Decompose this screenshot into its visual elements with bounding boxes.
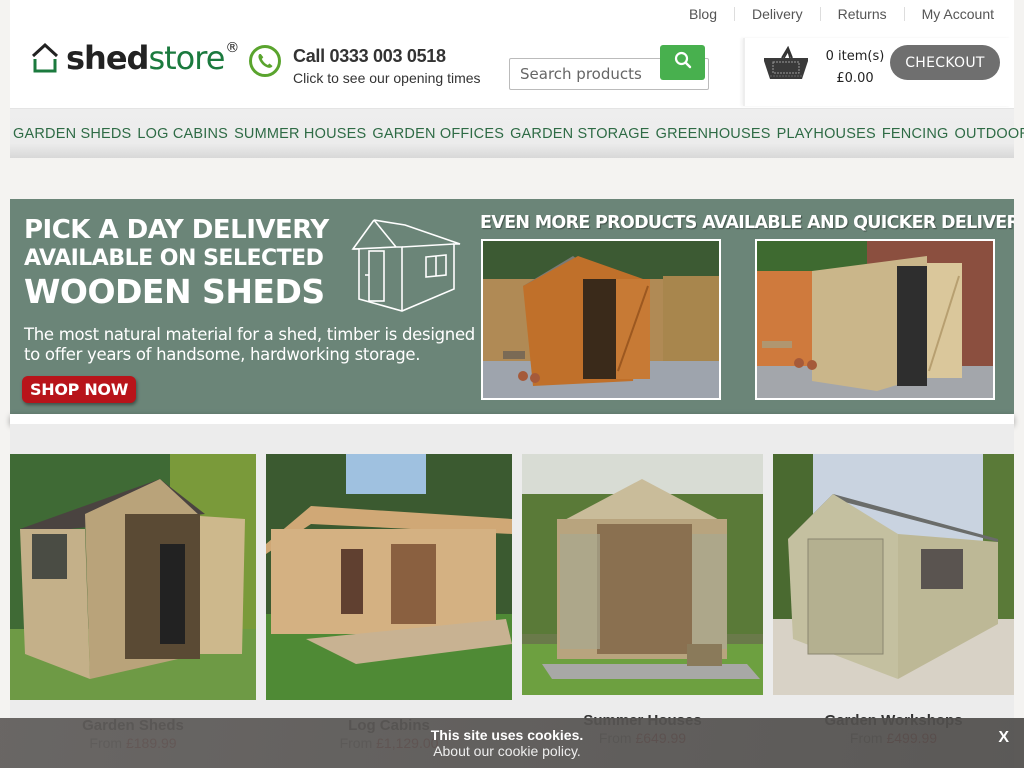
banner-shed-photo-2 xyxy=(755,239,995,400)
nav-summer-houses[interactable]: SUMMER HOUSES xyxy=(234,126,369,142)
banner-description-line-2: to offer years of handsome, hardworking … xyxy=(24,345,421,364)
logo[interactable]: shed store ® xyxy=(30,39,240,77)
top-link-blog[interactable]: Blog xyxy=(689,6,717,22)
cart-summary[interactable]: 0 item(s) £0.00 xyxy=(815,46,895,90)
nav-garden-offices[interactable]: GARDEN OFFICES xyxy=(372,126,507,142)
cookie-message: This site uses cookies. About our cookie… xyxy=(0,727,1014,759)
category-card-summer-houses[interactable]: Summer Houses From £649.99 xyxy=(522,454,763,746)
top-links: Blog Delivery Returns My Account xyxy=(689,6,994,22)
registered-mark: ® xyxy=(225,40,240,56)
category-image-garden-workshops[interactable] xyxy=(773,454,1014,695)
divider xyxy=(734,7,736,21)
cart-total: £0.00 xyxy=(836,71,874,86)
basket-icon[interactable] xyxy=(762,45,810,80)
house-icon xyxy=(30,42,60,74)
category-card-garden-workshops[interactable]: Garden Workshops From £499.99 xyxy=(773,454,1014,746)
category-card-garden-sheds[interactable]: Garden Sheds From £189.99 xyxy=(10,454,256,751)
cookie-notice-text: This site uses cookies. xyxy=(430,727,584,743)
nav-playhouses[interactable]: PLAYHOUSES xyxy=(777,126,879,142)
search-button[interactable] xyxy=(660,45,705,80)
shop-now-button[interactable]: SHOP NOW xyxy=(22,376,137,403)
banner-description: The most natural material for a shed, ti… xyxy=(24,325,475,365)
logo-text-store: store xyxy=(148,39,225,77)
close-icon[interactable]: X xyxy=(998,729,1009,747)
phone-contact[interactable]: Call 0333 003 0518 Click to see our open… xyxy=(248,44,481,86)
search-icon xyxy=(674,51,692,74)
top-link-delivery[interactable]: Delivery xyxy=(752,6,803,22)
category-card-log-cabins[interactable]: Log Cabins From £1,129.00 xyxy=(266,454,512,751)
category-image-garden-sheds[interactable] xyxy=(10,454,256,700)
divider xyxy=(903,7,905,21)
shed-outline-icon xyxy=(351,219,461,312)
banner-right-title: EVEN MORE PRODUCTS AVAILABLE AND QUICKER… xyxy=(480,213,1014,233)
banner-line-2: AVAILABLE ON SELECTED xyxy=(24,246,324,271)
banner-line-3: WOODEN SHEDS xyxy=(24,272,325,311)
phone-icon xyxy=(248,44,282,78)
promo-banner[interactable]: PICK A DAY DELIVERY AVAILABLE ON SELECTE… xyxy=(10,199,1014,414)
nav-garden-sheds[interactable]: GARDEN SHEDS xyxy=(13,126,134,142)
logo-text-shed: shed xyxy=(66,39,149,77)
banner-shed-photo-1 xyxy=(481,239,721,400)
banner-description-line-1: The most natural material for a shed, ti… xyxy=(24,325,475,344)
category-image-log-cabins[interactable] xyxy=(266,454,512,700)
top-link-returns[interactable]: Returns xyxy=(838,6,887,22)
page: Blog Delivery Returns My Account shed sto… xyxy=(10,0,1024,768)
nav-log-cabins[interactable]: LOG CABINS xyxy=(137,126,231,142)
category-image-summer-houses[interactable] xyxy=(522,454,763,695)
top-link-my-account[interactable]: My Account xyxy=(922,6,994,22)
banner-headline: PICK A DAY DELIVERY AVAILABLE ON SELECTE… xyxy=(24,215,329,311)
cookie-policy-link[interactable]: About our cookie policy. xyxy=(0,743,1014,759)
phone-number[interactable]: Call 0333 003 0518 xyxy=(293,46,481,67)
cookie-banner: This site uses cookies. About our cookie… xyxy=(0,718,1024,768)
nav-garden-storage[interactable]: GARDEN STORAGE xyxy=(510,126,653,142)
checkout-button[interactable]: CHECKOUT xyxy=(890,45,1000,80)
cart-item-count: 0 item(s) xyxy=(825,49,885,64)
header: Blog Delivery Returns My Account shed sto… xyxy=(10,0,1014,108)
banner-line-1: PICK A DAY DELIVERY xyxy=(24,215,329,245)
section-divider xyxy=(10,414,1014,424)
nav-fencing[interactable]: FENCING xyxy=(882,126,952,142)
main-nav: GARDEN SHEDS LOG CABINS SUMMER HOUSES GA… xyxy=(10,108,1024,158)
nav-greenhouses[interactable]: GREENHOUSES xyxy=(656,126,774,142)
divider xyxy=(819,7,821,21)
mini-cart: 0 item(s) £0.00 CHECKOUT xyxy=(743,38,1011,106)
nav-outdoor-living[interactable]: OUTDOOR LIVING xyxy=(955,126,1024,142)
opening-times-link[interactable]: Click to see our opening times xyxy=(293,70,481,86)
